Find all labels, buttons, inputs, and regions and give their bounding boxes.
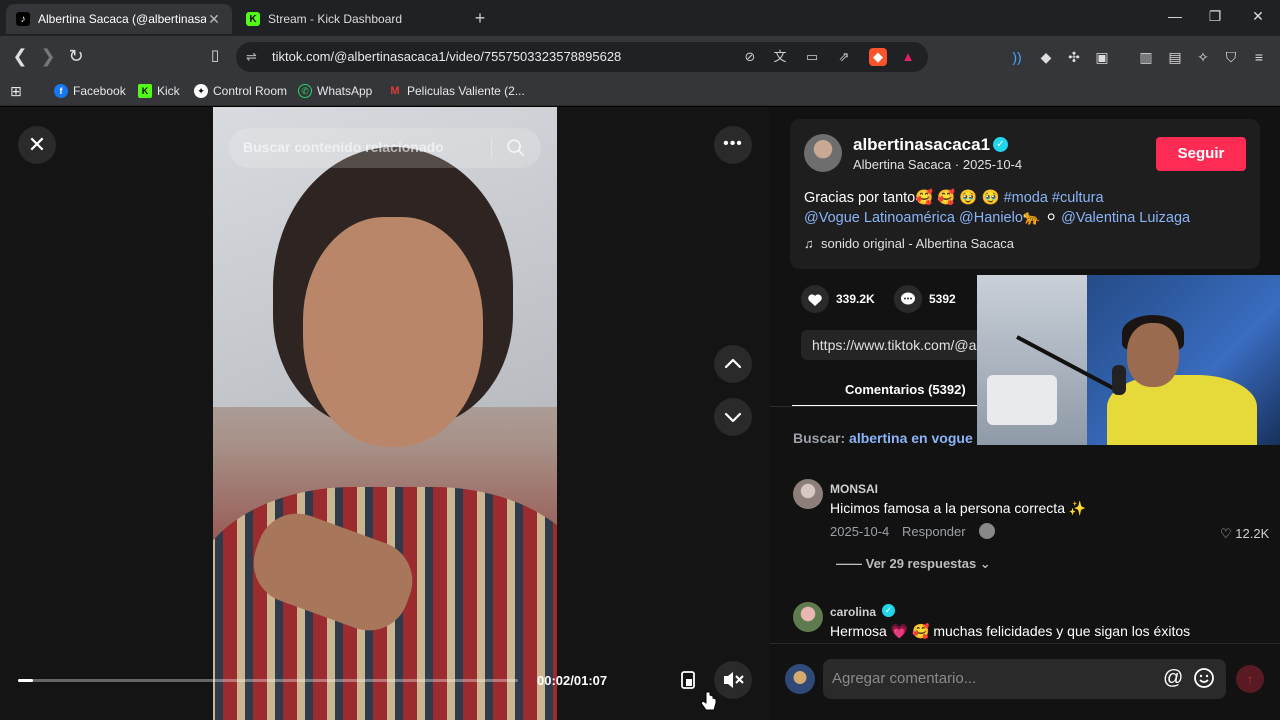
comment-avatar[interactable] [793,479,823,509]
wallet-icon[interactable]: ▤ [1166,48,1184,66]
bookmarks-bar: ⊞ f Facebook K Kick ✦ Control Room ✆ Wha… [0,76,1280,106]
maximize-icon[interactable]: ❐ [1205,8,1225,25]
search-icon[interactable] [505,137,527,159]
emoji-icon[interactable] [1193,667,1215,689]
music-note-icon: ♫ [804,236,814,251]
tab-kick[interactable]: K Stream - Kick Dashboard [236,4,462,34]
downloads-icon[interactable]: ▣ [1093,48,1111,66]
more-options-button[interactable]: ••• [714,126,752,164]
audio-icon[interactable]: )) [1008,48,1026,66]
author-username[interactable]: albertinasacaca1 [853,135,990,155]
post-caption-line-2: @Vogue Latinoamérica @Hanielo🐆 ⚪ @Valent… [804,210,1191,226]
comment-text: Hicimos famosa a la persona correcta ✨ [830,500,1087,516]
like-count: 339.2K [836,292,875,306]
url-text: tiktok.com/@albertinasacaca1/video/75575… [272,49,622,64]
bookmark-control-room[interactable]: ✦ Control Room [194,82,287,100]
leo-ai-icon[interactable]: ✧ [1194,48,1212,66]
next-video-button[interactable] [714,398,752,436]
reply-button[interactable]: Responder [902,524,966,539]
verified-badge-icon: ✓ [882,604,895,617]
comment-input[interactable]: Agregar comentario... @ [823,659,1226,699]
post-caption-line-1: Gracias por tanto🥰 🥰 🥹 🥹 #moda #cultura [804,190,1104,206]
address-bar[interactable]: ⇌ tiktok.com/@albertinasacaca1/video/755… [236,42,928,72]
related-search-input[interactable]: Buscar contenido relacionado [229,128,541,168]
comment-username[interactable]: MONSAI [830,482,878,496]
new-tab-button[interactable]: + [470,8,490,29]
mention-vogue[interactable]: @Vogue Latinoamérica [804,210,955,226]
author-subline: Albertina Sacaca · 2025-10-4 [853,157,1023,172]
peliculas-icon: M [390,85,400,97]
comment-username[interactable]: carolina [830,605,876,619]
tab-tiktok[interactable]: ♪ Albertina Sacaca (@albertinasaca ✕ [6,4,232,34]
sidebar-icon[interactable]: ▥ [1137,48,1155,66]
copy-link-field[interactable]: https://www.tiktok.com/@a [801,330,1001,360]
speaker-muted-icon [724,672,744,688]
mention-icon[interactable]: @ [1163,667,1183,690]
send-comment-button[interactable]: ↑ [1236,665,1264,693]
music-info[interactable]: ♫ sonido original - Albertina Sacaca [804,236,1014,251]
my-avatar[interactable] [785,664,815,694]
author-avatar[interactable] [804,134,842,172]
cast-icon[interactable]: ▭ [803,48,821,66]
control-room-icon: ✦ [194,84,208,98]
video-progress-fill [18,679,33,682]
kick-icon: K [138,84,152,98]
view-replies-button[interactable]: —— Ver 29 respuestas ⌄ [836,556,991,572]
chevron-down-icon [724,412,742,423]
back-icon[interactable]: ❮ [8,44,32,68]
webcam-overlay [977,275,1280,445]
facebook-icon: f [54,84,68,98]
tab-bar: ♪ Albertina Sacaca (@albertinasaca ✕ K S… [0,0,1280,36]
heart-icon [808,294,822,306]
forward-icon[interactable]: ❯ [36,44,60,68]
video-time: 00:02/01:07 [537,673,608,688]
comment-like-button[interactable]: ♡ 12.2K [1220,526,1269,542]
follow-button[interactable]: Seguir [1156,137,1246,171]
bookmark-whatsapp[interactable]: ✆ WhatsApp [298,82,372,100]
close-player-button[interactable]: ✕ [18,126,56,164]
comment-text: Hermosa 💗 🥰 muchas felicidades y que sig… [830,623,1191,639]
search-suggestion[interactable]: Buscar: albertina en vogue [793,430,973,446]
creator-liked-avatar [979,523,995,539]
vpn-icon[interactable]: ⛉ [1222,48,1240,66]
bookmark-facebook[interactable]: f Facebook [54,82,126,100]
mention-hanielo[interactable]: @Hanielo [959,210,1023,226]
close-tab-icon[interactable]: ✕ [206,11,222,28]
tiktok-icon: ♪ [16,12,30,26]
brave-shield-icon[interactable]: ◆ [869,48,887,66]
no-camera-icon[interactable]: ⊘ [741,48,759,66]
comment-count: 5392 [929,292,956,306]
menu-icon[interactable]: ≡ [1250,48,1268,66]
comment-avatar[interactable] [793,602,823,632]
translate-icon[interactable]: 文 [771,48,789,66]
mute-button[interactable] [714,661,752,699]
whatsapp-icon: ✆ [298,84,312,98]
bookmark-icon[interactable]: ▯ [203,44,227,68]
chevron-up-icon [724,358,742,369]
minimize-icon[interactable]: — [1165,8,1185,24]
mention-valentina[interactable]: @Valentina Luizaga [1061,210,1190,226]
reload-icon[interactable]: ↻ [64,44,88,68]
tab-comments[interactable]: Comentarios (5392) [845,382,966,397]
video-progress-bar[interactable] [18,679,518,682]
comment-date: 2025-10-4 [830,524,890,539]
kick-icon: K [246,12,260,26]
share-icon[interactable]: ⇗ [835,48,853,66]
apps-icon[interactable]: ⊞ [10,82,22,100]
extensions-icon[interactable]: ✣ [1065,48,1083,66]
close-window-icon[interactable]: ✕ [1248,8,1268,25]
video-frame[interactable] [213,107,557,720]
brave-rewards-icon[interactable]: ▲ [899,48,917,66]
verified-badge-icon: ✓ [993,137,1008,152]
site-info-icon[interactable]: ⇌ [246,49,257,65]
previous-video-button[interactable] [714,345,752,383]
extension-diamond-icon[interactable]: ◆ [1037,48,1055,66]
mouse-cursor-icon [700,691,717,711]
bookmark-peliculas[interactable]: M Peliculas Valiente (2... [388,82,524,100]
like-button[interactable] [801,285,829,313]
hashtag-links[interactable]: #moda #cultura [1004,190,1104,206]
comment-icon [901,292,915,305]
comment-button[interactable] [894,285,922,313]
bookmark-kick[interactable]: K Kick [138,82,180,100]
